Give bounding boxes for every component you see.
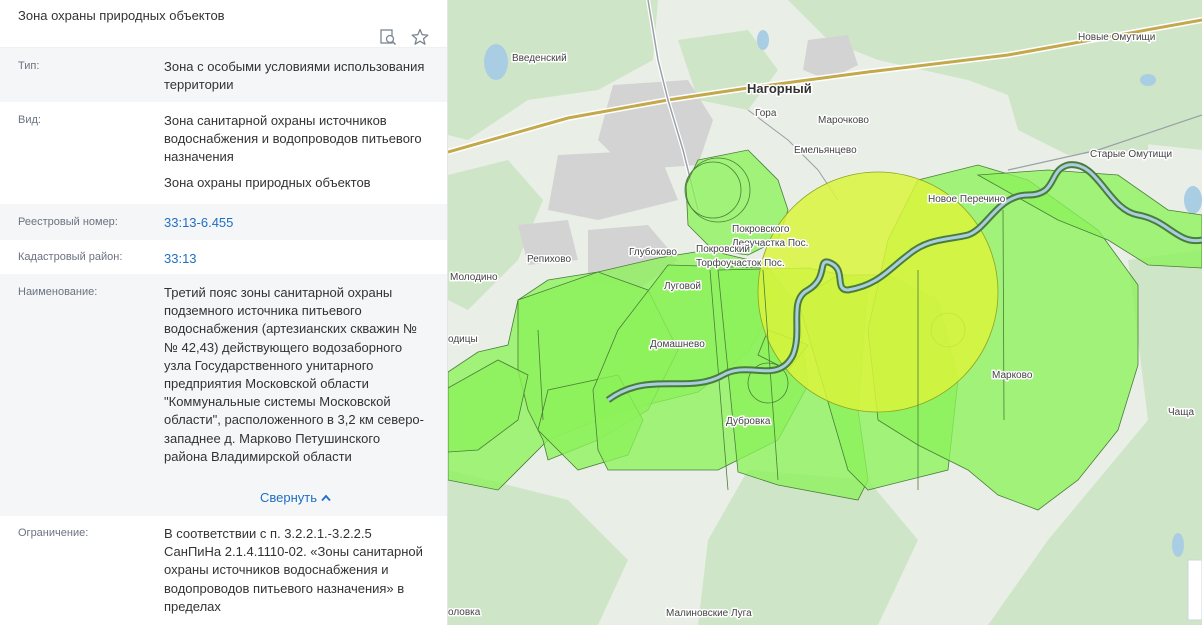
field-value: Третий пояс зоны санитарной охраны подзе…: [164, 285, 424, 464]
map-control[interactable]: [1187, 559, 1202, 621]
field-label: Наименование:: [18, 286, 98, 298]
label-gora: Гора: [755, 108, 777, 119]
label-dubrovka: Дубровка: [726, 415, 771, 427]
field-kind: Вид: Зона санитарной охраны источников в…: [0, 102, 447, 204]
label-golovka: оловка: [448, 607, 481, 618]
label-pokrovsky-torf-2: Торфоучасток Пос.: [696, 257, 785, 269]
label-novye-omutishchi: Новые Омутищи: [1078, 32, 1155, 43]
panel-toolbar: [379, 28, 429, 46]
label-emelyantsevo: Емельянцево: [794, 145, 857, 156]
chevron-up-icon: [321, 494, 331, 501]
search-doc-icon[interactable]: [379, 28, 397, 46]
label-domashnevo: Домашнево: [650, 339, 705, 350]
field-label: Кадастровый район:: [18, 251, 123, 263]
field-value: Зона охраны природных объектов: [164, 175, 371, 190]
label-vvedensky: Введенский: [512, 53, 567, 64]
label-repikhovo: Репихово: [527, 254, 571, 265]
label-molodino: Молодино: [450, 272, 498, 283]
collapse-button[interactable]: Свернуть: [260, 490, 331, 505]
label-loviditsy: одицы: [448, 334, 478, 345]
label-pokrovsky-torf-1: Покровский: [696, 244, 750, 255]
field-label: Ограничение:: [18, 527, 89, 539]
label-lugovoy: Луговой: [664, 281, 701, 292]
panel-title: Зона охраны природных объектов: [18, 8, 225, 23]
field-registry-number: Реестровый номер: 33:13-6.455: [0, 204, 447, 240]
map-canvas[interactable]: Нагорный Введенский Гора Марочково Емель…: [448, 0, 1202, 625]
label-novoe-perechino: Новое Перечино: [928, 194, 1006, 205]
label-pokrovsky-1: Покровского: [732, 224, 790, 235]
selected-zone-circle[interactable]: [757, 171, 999, 413]
registry-number-link[interactable]: 33:13-6.455: [164, 214, 426, 232]
field-label: Реестровый номер:: [18, 216, 118, 228]
field-label: Тип:: [18, 60, 40, 72]
field-cadastral-district: Кадастровый район: 33:13: [0, 240, 447, 274]
field-label: Вид:: [18, 114, 41, 126]
label-chashcha: Чаща: [1168, 407, 1194, 418]
cadastral-district-link[interactable]: 33:13: [164, 250, 426, 268]
label-glubokovo: Глубоково: [629, 246, 677, 258]
label-marochkovo: Марочково: [818, 115, 869, 126]
map-view[interactable]: Нагорный Введенский Гора Марочково Емель…: [448, 0, 1202, 625]
label-markovo: Марково: [992, 370, 1033, 381]
label-starye-omutishchi: Старые Омутищи: [1090, 149, 1172, 160]
field-value: В соответствии с п. 3.2.2.1.-3.2.2.5 Сан…: [164, 526, 423, 614]
field-type: Тип: Зона с особыми условиями использова…: [0, 48, 447, 102]
field-name: Наименование: Третий пояс зоны санитарно…: [0, 274, 447, 516]
field-value: Зона с особыми условиями использования т…: [164, 59, 425, 93]
star-icon[interactable]: [411, 28, 429, 46]
info-panel: Зона охраны природных объектов Тип: Зона…: [0, 0, 448, 625]
field-restriction: Ограничение: В соответствии с п. 3.2.2.1…: [0, 516, 447, 625]
field-value: Зона санитарной охраны источников водосн…: [164, 113, 422, 165]
collapse-label: Свернуть: [260, 490, 318, 505]
label-malinovskie-luga: Малиновские Луга: [666, 608, 752, 619]
label-nagorny: Нагорный: [747, 81, 812, 96]
